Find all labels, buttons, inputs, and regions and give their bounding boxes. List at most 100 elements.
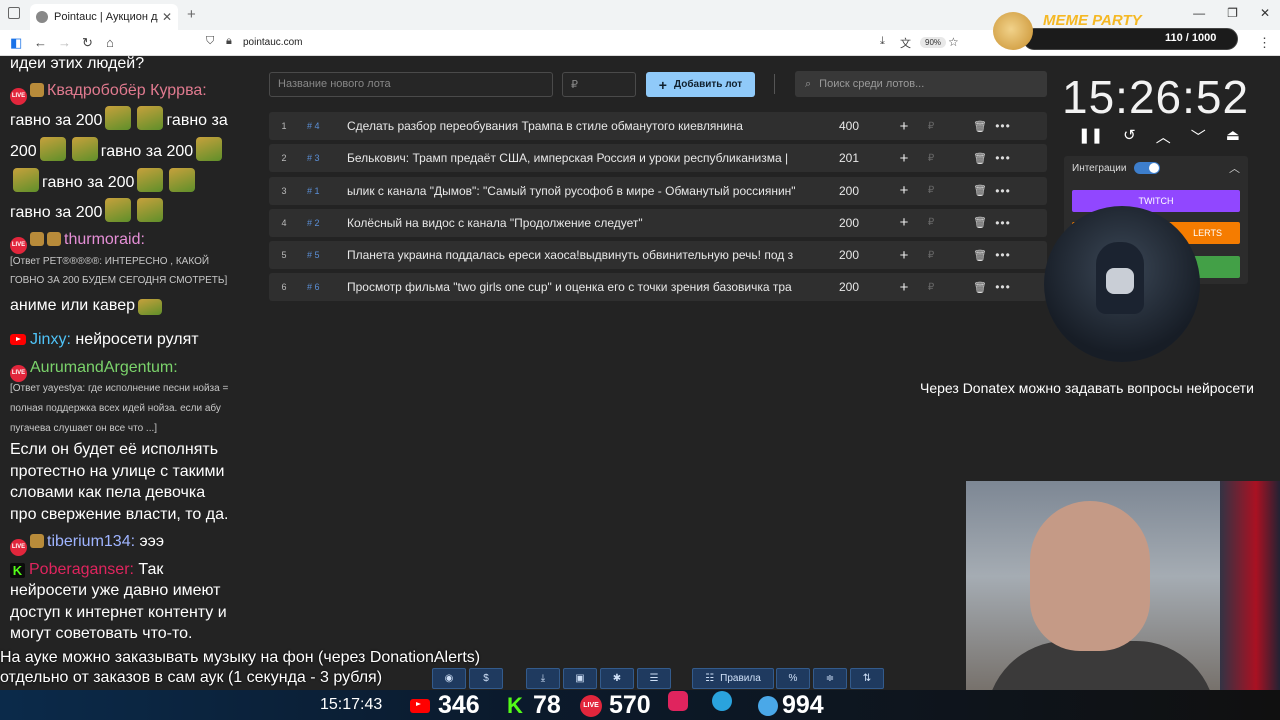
shield-icon[interactable]: ⛉ [206,35,214,48]
eject-icon[interactable]: ⏏ [1226,126,1240,147]
lot-amount[interactable]: 200 [819,216,889,230]
ruble-icon[interactable]: ₽ [919,185,943,196]
lot-name[interactable]: Колёсный на видос с канала "Продолжение … [347,216,819,230]
home-icon[interactable]: ⌂ [106,35,114,50]
more-icon[interactable]: ••• [987,280,1019,294]
rules-icon: ☷ [705,673,715,684]
delete-icon[interactable]: 🗑︎ [943,281,987,294]
lot-name[interactable]: ылик с канала "Дымов": "Самый тупой русо… [347,184,819,198]
lot-amount[interactable]: 201 [819,151,889,165]
reload-icon[interactable]: ↻ [82,35,93,51]
more-icon[interactable]: ••• [987,248,1019,262]
lot-amount[interactable]: 200 [819,280,889,294]
chat-username: thurmoraid: [64,231,145,248]
translate-icon[interactable]: 文 [900,35,911,51]
browser-tab[interactable]: Pointauc | Аукцион для стримє ✕ [30,4,178,30]
add-amount-icon[interactable]: + [889,279,919,296]
lot-name[interactable]: Белькович: Трамп предаёт США, имперская … [347,151,819,165]
add-amount-icon[interactable]: + [889,118,919,135]
streamer-head [1030,501,1150,651]
split-button[interactable]: ≑ [813,668,847,689]
user-badge-icon [30,534,44,548]
chat-message: K Poberaganser: Так [10,561,163,579]
add-amount-icon[interactable]: + [889,182,919,199]
chat-text: гавно за 200 [10,112,103,129]
chevron-up-icon[interactable]: ︿ [1156,126,1171,147]
integrations-toggle[interactable] [1134,162,1160,174]
delete-icon[interactable]: 🗑︎ [943,216,987,229]
tab-close-icon[interactable]: ✕ [162,10,172,24]
new-tab-button[interactable]: + [187,6,196,23]
chevron-down-icon[interactable]: ﹀ [1191,126,1206,147]
forward-icon[interactable]: → [58,35,71,50]
menu-icon[interactable]: ⋮ [1258,35,1271,51]
tab-sidebar-icon[interactable] [8,7,20,19]
sort-button[interactable]: ⇅ [850,668,884,689]
lot-name[interactable]: Планета украина поддалась ереси хаоса!вы… [347,248,819,262]
ruble-icon[interactable]: ₽ [919,250,943,261]
more-icon[interactable]: ••• [987,216,1019,230]
delete-icon[interactable]: 🗑︎ [943,152,987,165]
more-icon[interactable]: ••• [987,151,1019,165]
telegram-count: 994 [782,691,824,719]
lot-name[interactable]: Сделать разбор переобувания Трампа в сти… [347,119,819,133]
chat-line: про свержение власти, то да. [10,506,229,523]
kick-count: 78 [533,691,561,719]
download-icon: ⤓ [540,673,546,684]
chat-message: LIVE thurmoraid: [10,231,145,254]
chat-text: Так [138,561,164,578]
lot-id: # 4 [307,121,320,131]
url-text[interactable]: pointauc.com [243,37,302,48]
back-icon[interactable]: ← [34,35,47,50]
twitch-button[interactable]: TWITCH [1072,190,1240,212]
add-lot-button[interactable]: + Добавить лот [646,72,755,97]
ruble-icon[interactable]: ₽ [919,217,943,228]
lot-amount[interactable]: 200 [819,248,889,262]
reset-icon[interactable]: ↺ [1123,126,1136,147]
zoom-level[interactable]: 90% [920,37,947,48]
github-icon: ◉ [444,673,454,684]
lot-search-input[interactable]: ⌕ Поиск среди лотов... [795,71,1047,97]
rules-button[interactable]: ☷ Правила [692,668,774,689]
lot-row: 6 # 6 Просмотр фильма "two girls one cup… [269,273,1047,302]
pause-icon[interactable]: ❚❚ [1078,126,1103,147]
dollar-icon: $ [483,673,489,684]
bug-button[interactable]: ✱ [600,668,634,689]
clear-button[interactable]: ☰ [637,668,671,689]
lot-index: 5 [281,250,287,261]
lot-index: 3 [281,185,287,196]
star-icon[interactable]: ☆ [948,35,959,49]
lot-amount[interactable]: 200 [819,184,889,198]
github-button[interactable]: ◉ [432,668,466,689]
chat-text: гавно за [166,112,228,129]
delete-icon[interactable]: 🗑︎ [943,249,987,262]
plus-icon: + [658,76,667,93]
close-window-button[interactable]: ✕ [1260,6,1270,20]
split-icon: ≑ [825,673,835,684]
add-amount-icon[interactable]: + [889,247,919,264]
new-lot-input[interactable]: Название нового лота [269,72,553,97]
delete-icon[interactable]: 🗑︎ [943,120,987,133]
chat-line: гавно за 200 [10,198,166,222]
more-icon[interactable]: ••• [987,119,1019,133]
chevron-up-icon[interactable]: ︿ [1229,160,1240,176]
lot-row: 2 # 3 Белькович: Трамп предаёт США, импе… [269,144,1047,173]
sidebar-toggle-icon[interactable]: ◧ [10,35,22,51]
chat-username: Квадробобёр Куррва: [47,82,207,99]
percent-button[interactable]: % [776,668,810,689]
lot-name[interactable]: Просмотр фильма "two girls one cup" и оц… [347,280,819,294]
lot-amount-input[interactable]: ₽ [562,72,636,97]
save-button[interactable]: ▣ [563,668,597,689]
delete-icon[interactable]: 🗑︎ [943,184,987,197]
ruble-icon[interactable]: ₽ [919,282,943,293]
lot-amount[interactable]: 400 [819,119,889,133]
donate-button[interactable]: $ [469,668,503,689]
chat-username: AurumandArgentum: [30,359,178,376]
add-amount-icon[interactable]: + [889,214,919,231]
ruble-icon[interactable]: ₽ [919,153,943,164]
download-button[interactable]: ⤓ [526,668,560,689]
download-page-icon[interactable]: ⤓ [880,35,885,48]
add-amount-icon[interactable]: + [889,150,919,167]
more-icon[interactable]: ••• [987,184,1019,198]
ruble-icon[interactable]: ₽ [919,121,943,132]
